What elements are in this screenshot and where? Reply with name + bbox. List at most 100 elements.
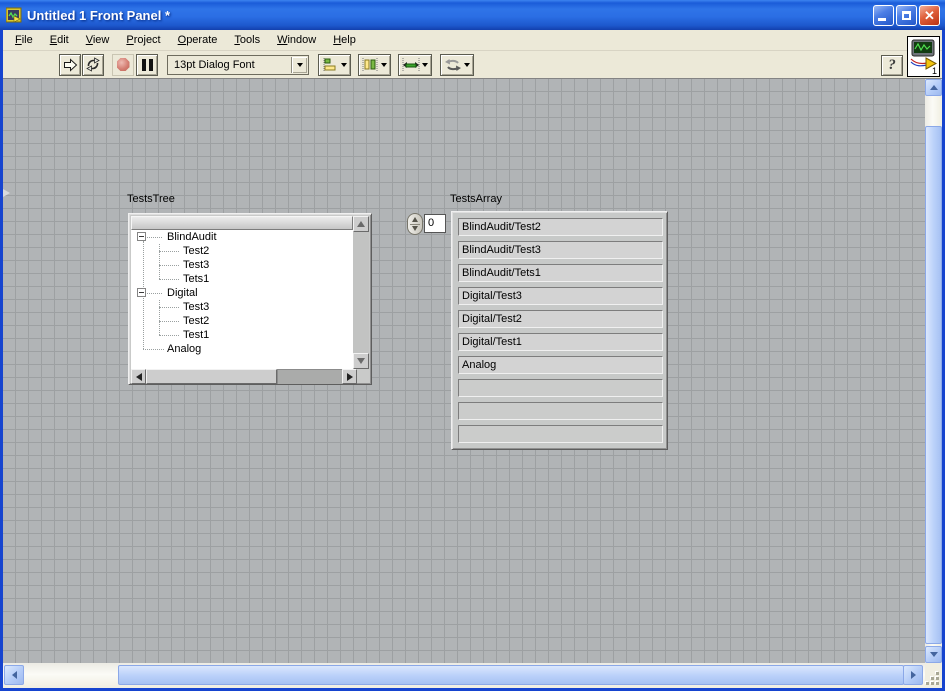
tree-scroll-left-button[interactable] <box>131 369 146 384</box>
tree-item[interactable]: Test2 <box>131 244 353 258</box>
chevron-down-icon <box>341 62 347 67</box>
context-help-button[interactable]: ? <box>881 55 903 76</box>
array-index-spinner[interactable] <box>407 213 423 235</box>
toolbar: 13pt Dialog Font <box>3 51 942 79</box>
tree-vertical-scroll-track[interactable] <box>353 232 369 353</box>
menu-item-edit[interactable]: Edit <box>42 31 78 49</box>
tree-item[interactable]: Test3 <box>131 300 353 314</box>
window-resize-grip[interactable] <box>925 663 942 688</box>
maximize-icon <box>902 10 911 20</box>
distribute-objects-button[interactable] <box>358 53 391 76</box>
pause-button[interactable] <box>136 53 158 76</box>
tree-content-area[interactable]: BlindAudit Test2 Test3 Tets1 Digital Test3 Tes… <box>131 230 353 369</box>
tree-item[interactable]: Analog <box>131 342 353 356</box>
reorder-button[interactable] <box>440 53 474 76</box>
horizontal-scrollbar[interactable] <box>3 663 925 688</box>
tree-scroll-right-button[interactable] <box>342 369 357 384</box>
minimize-icon <box>878 17 886 21</box>
menu-item-operate[interactable]: Operate <box>170 31 227 49</box>
menu-item-help[interactable]: Help <box>325 31 365 49</box>
array-element[interactable]: BlindAudit/Test3 <box>458 241 663 259</box>
run-icon <box>63 57 77 72</box>
run-continuously-button[interactable] <box>82 53 104 76</box>
triangle-down-icon <box>357 358 365 364</box>
array-element[interactable]: Digital/Test1 <box>458 333 663 351</box>
menu-item-view[interactable]: View <box>78 31 119 49</box>
maximize-button[interactable] <box>896 4 917 26</box>
pause-icon <box>141 58 153 71</box>
tree-scroll-up-button[interactable] <box>353 216 369 232</box>
chevron-up-icon <box>929 85 938 90</box>
array-element[interactable]: BlindAudit/Test2 <box>458 218 663 236</box>
tree-item-label: Tets1 <box>183 273 210 285</box>
tree-item-label: Digital <box>167 287 198 299</box>
tree-expand-toggle[interactable] <box>137 232 146 241</box>
tree-item-label: Analog <box>167 343 202 355</box>
tree-item[interactable]: Tets1 <box>131 272 353 286</box>
triangle-right-icon <box>346 372 353 381</box>
question-mark-icon: ? <box>888 57 896 73</box>
vertical-scroll-thumb[interactable] <box>925 126 942 644</box>
array-element[interactable] <box>458 425 663 443</box>
resize-objects-button[interactable] <box>398 53 432 76</box>
array-label: TestsArray <box>450 193 502 205</box>
tree-expand-toggle[interactable] <box>137 288 146 297</box>
tree-item-label: Test1 <box>183 329 210 341</box>
vi-icon[interactable]: 1 <box>907 36 940 77</box>
align-objects-button[interactable] <box>318 53 351 76</box>
menu-item-window[interactable]: Window <box>269 31 325 49</box>
array-element[interactable] <box>458 379 663 397</box>
vertical-scrollbar[interactable] <box>925 79 942 663</box>
array-element[interactable]: Digital/Test2 <box>458 310 663 328</box>
chevron-down-icon <box>381 62 387 67</box>
tree-item[interactable]: Test2 <box>131 314 353 328</box>
tree-horizontal-scroll-thumb[interactable] <box>146 369 277 384</box>
tree-horizontal-scroll-track[interactable] <box>277 369 342 384</box>
tests-array-control[interactable]: BlindAudit/Test2 BlindAudit/Test3 BlindAud… <box>451 211 668 450</box>
horizontal-scroll-thumb[interactable] <box>118 665 904 685</box>
menu-item-file[interactable]: File <box>7 31 42 49</box>
chevron-left-icon <box>11 671 17 679</box>
tree-item-label: Test2 <box>183 245 210 257</box>
menu-bar: File Edit View Project Operate Tools Window Hel… <box>3 30 942 51</box>
tree-item[interactable]: BlindAudit <box>131 230 353 244</box>
tree-item-label: BlindAudit <box>167 231 217 243</box>
tree-scroll-down-button[interactable] <box>353 353 369 369</box>
close-button[interactable]: ✕ <box>919 4 940 26</box>
vi-window-icon <box>6 7 22 23</box>
tree-item[interactable]: Test1 <box>131 328 353 342</box>
minimize-button[interactable] <box>873 4 894 26</box>
tree-item-label: Test3 <box>183 259 210 271</box>
tree-label: TestsTree <box>127 193 175 205</box>
array-element[interactable]: BlindAudit/Tets1 <box>458 264 663 282</box>
abort-icon <box>116 58 130 71</box>
array-element[interactable] <box>458 402 663 420</box>
menu-item-tools[interactable]: Tools <box>226 31 269 49</box>
font-ring-dropdown-button[interactable] <box>291 56 307 73</box>
array-element[interactable]: Analog <box>458 356 663 374</box>
scroll-up-button[interactable] <box>925 79 942 96</box>
spinner-up-icon <box>412 217 418 222</box>
scroll-right-button[interactable] <box>903 665 923 685</box>
vi-window-number: 1 <box>931 66 937 76</box>
array-index-field[interactable]: 0 <box>424 214 446 233</box>
tests-tree-control[interactable]: BlindAudit Test2 Test3 Tets1 Digital Test3 Tes… <box>128 213 372 385</box>
resize-objects-icon <box>402 57 420 72</box>
scroll-left-button[interactable] <box>4 665 24 685</box>
align-objects-icon <box>323 57 336 72</box>
spinner-divider <box>410 224 420 225</box>
array-element[interactable]: Digital/Test3 <box>458 287 663 305</box>
tree-connector <box>159 335 179 336</box>
spinner-down-icon <box>412 226 418 231</box>
tree-item[interactable]: Test3 <box>131 258 353 272</box>
tree-column-header[interactable] <box>131 216 353 230</box>
tree-connector <box>147 293 162 294</box>
tree-item[interactable]: Digital <box>131 286 353 300</box>
front-panel-canvas: TestsTree BlindAudit Test2 Test3 Tets1 Digit… <box>3 79 925 663</box>
scroll-down-button[interactable] <box>925 646 942 663</box>
font-ring-selector[interactable]: 13pt Dialog Font <box>167 54 309 75</box>
abort-button[interactable] <box>112 53 134 76</box>
title-bar[interactable]: Untitled 1 Front Panel * ✕ <box>0 0 945 30</box>
run-button[interactable] <box>59 53 81 76</box>
menu-item-project[interactable]: Project <box>118 31 169 49</box>
